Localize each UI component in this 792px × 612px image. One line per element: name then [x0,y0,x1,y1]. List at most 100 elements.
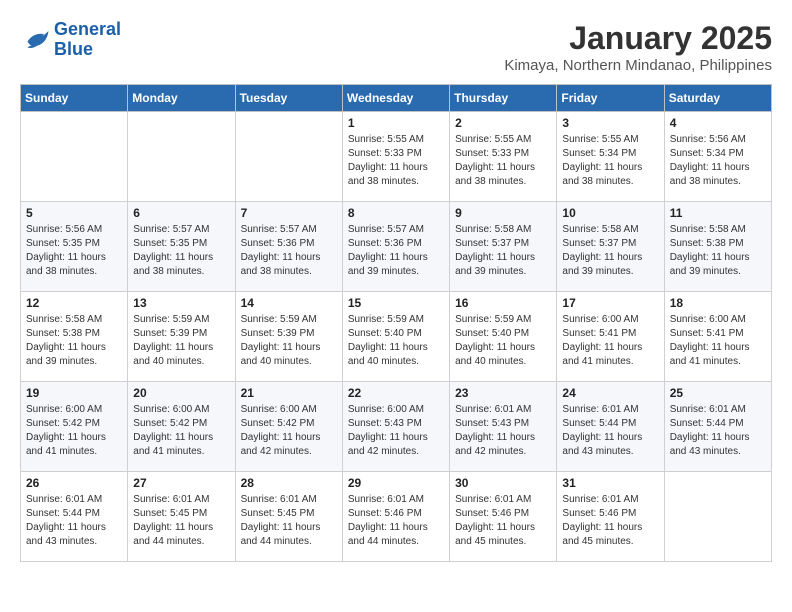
day-number: 7 [241,206,337,220]
calendar-cell: 29Sunrise: 6:01 AM Sunset: 5:46 PM Dayli… [342,472,449,562]
calendar-cell: 13 Sunrise: 5:59 AM Sunset: 5:39 PM Dayli… [128,292,235,382]
calendar-cell: 19 Sunrise: 6:00 AM Sunset: 5:42 PM Dayli… [21,382,128,472]
day-info: Sunrise: 6:00 AM Sunset: 5:42 PM Dayligh… [241,403,337,459]
day-info: Sunrise: 6:00 AM Sunset: 5:42 PM Dayligh… [26,403,122,459]
day-info: Sunrise: 6:01 AM Sunset: 5:45 PM Dayligh… [133,493,229,549]
calendar-cell: 30Sunrise: 6:01 AM Sunset: 5:46 PM Dayli… [450,472,557,562]
day-header-sunday: Sunday [21,85,128,112]
logo-text: General Blue [54,20,121,60]
logo-line1: General [54,19,121,39]
calendar-table: SundayMondayTuesdayWednesdayThursdayFrid… [20,84,772,562]
calendar-cell [664,472,771,562]
calendar-week-row: 26 Sunrise: 6:01 AM Sunset: 5:44 PM Dayli… [21,472,772,562]
calendar-cell [235,112,342,202]
day-info: Sunrise: 6:01 AM Sunset: 5:44 PM Dayligh… [670,403,766,459]
calendar-cell: 7 Sunrise: 5:57 AM Sunset: 5:36 PM Daylig… [235,202,342,292]
calendar-week-row: 12 Sunrise: 5:58 AM Sunset: 5:38 PM Dayli… [21,292,772,382]
calendar-cell: 17 Sunrise: 6:00 AM Sunset: 5:41 PM Dayli… [557,292,664,382]
calendar-cell: 15Sunrise: 5:59 AM Sunset: 5:40 PM Dayli… [342,292,449,382]
day-number: 17 [562,296,658,310]
day-number: 29 [348,476,444,490]
calendar-cell: 5 Sunrise: 5:56 AM Sunset: 5:35 PM Daylig… [21,202,128,292]
day-number: 22 [348,386,444,400]
day-info: Sunrise: 6:00 AM Sunset: 5:41 PM Dayligh… [670,313,766,369]
day-info: Sunrise: 5:59 AM Sunset: 5:39 PM Dayligh… [241,313,337,369]
logo: General Blue [20,20,121,60]
calendar-cell: 21Sunrise: 6:00 AM Sunset: 5:42 PM Dayli… [235,382,342,472]
day-info: Sunrise: 5:58 AM Sunset: 5:38 PM Dayligh… [670,223,766,279]
page-header: General Blue January 2025 Kimaya, Northe… [20,20,772,74]
day-number: 23 [455,386,551,400]
day-number: 13 [133,296,229,310]
location-subtitle: Kimaya, Northern Mindanao, Philippines [504,57,772,74]
day-number: 26 [26,476,122,490]
day-number: 20 [133,386,229,400]
calendar-week-row: 1 Sunrise: 5:55 AM Sunset: 5:33 PM Daylig… [21,112,772,202]
day-info: Sunrise: 5:56 AM Sunset: 5:35 PM Dayligh… [26,223,122,279]
calendar-cell: 25 Sunrise: 6:01 AM Sunset: 5:44 PM Dayli… [664,382,771,472]
day-number: 11 [670,206,766,220]
day-number: 18 [670,296,766,310]
day-number: 12 [26,296,122,310]
calendar-cell: 1 Sunrise: 5:55 AM Sunset: 5:33 PM Daylig… [342,112,449,202]
day-info: Sunrise: 5:55 AM Sunset: 5:33 PM Dayligh… [348,133,444,189]
day-header-monday: Monday [128,85,235,112]
day-info: Sunrise: 5:59 AM Sunset: 5:40 PM Dayligh… [455,313,551,369]
calendar-cell: 26 Sunrise: 6:01 AM Sunset: 5:44 PM Dayli… [21,472,128,562]
day-number: 8 [348,206,444,220]
day-header-thursday: Thursday [450,85,557,112]
day-header-saturday: Saturday [664,85,771,112]
calendar-cell: 11 Sunrise: 5:58 AM Sunset: 5:38 PM Dayli… [664,202,771,292]
day-info: Sunrise: 6:00 AM Sunset: 5:42 PM Dayligh… [133,403,229,459]
calendar-cell: 4 Sunrise: 5:56 AM Sunset: 5:34 PM Daylig… [664,112,771,202]
calendar-week-row: 19 Sunrise: 6:00 AM Sunset: 5:42 PM Dayli… [21,382,772,472]
calendar-cell: 2 Sunrise: 5:55 AM Sunset: 5:33 PM Daylig… [450,112,557,202]
day-info: Sunrise: 6:00 AM Sunset: 5:41 PM Dayligh… [562,313,658,369]
calendar-cell: 23Sunrise: 6:01 AM Sunset: 5:43 PM Dayli… [450,382,557,472]
day-header-wednesday: Wednesday [342,85,449,112]
calendar-cell: 24Sunrise: 6:01 AM Sunset: 5:44 PM Dayli… [557,382,664,472]
day-info: Sunrise: 6:00 AM Sunset: 5:43 PM Dayligh… [348,403,444,459]
day-info: Sunrise: 5:57 AM Sunset: 5:36 PM Dayligh… [241,223,337,279]
day-info: Sunrise: 6:01 AM Sunset: 5:45 PM Dayligh… [241,493,337,549]
logo-bird-icon [20,26,50,54]
day-number: 6 [133,206,229,220]
day-number: 19 [26,386,122,400]
day-info: Sunrise: 6:01 AM Sunset: 5:44 PM Dayligh… [26,493,122,549]
day-info: Sunrise: 5:59 AM Sunset: 5:39 PM Dayligh… [133,313,229,369]
calendar-cell: 8 Sunrise: 5:57 AM Sunset: 5:36 PM Daylig… [342,202,449,292]
day-number: 14 [241,296,337,310]
day-number: 31 [562,476,658,490]
day-number: 16 [455,296,551,310]
day-info: Sunrise: 5:56 AM Sunset: 5:34 PM Dayligh… [670,133,766,189]
calendar-header-row: SundayMondayTuesdayWednesdayThursdayFrid… [21,85,772,112]
day-info: Sunrise: 5:57 AM Sunset: 5:35 PM Dayligh… [133,223,229,279]
calendar-cell: 3Sunrise: 5:55 AM Sunset: 5:34 PM Daylig… [557,112,664,202]
calendar-cell [128,112,235,202]
day-number: 27 [133,476,229,490]
day-info: Sunrise: 5:58 AM Sunset: 5:38 PM Dayligh… [26,313,122,369]
day-number: 1 [348,116,444,130]
calendar-cell: 12 Sunrise: 5:58 AM Sunset: 5:38 PM Dayli… [21,292,128,382]
calendar-cell [21,112,128,202]
day-info: Sunrise: 5:55 AM Sunset: 5:33 PM Dayligh… [455,133,551,189]
day-header-friday: Friday [557,85,664,112]
day-info: Sunrise: 5:59 AM Sunset: 5:40 PM Dayligh… [348,313,444,369]
calendar-cell: 16 Sunrise: 5:59 AM Sunset: 5:40 PM Dayli… [450,292,557,382]
calendar-cell: 6 Sunrise: 5:57 AM Sunset: 5:35 PM Daylig… [128,202,235,292]
day-header-tuesday: Tuesday [235,85,342,112]
calendar-week-row: 5 Sunrise: 5:56 AM Sunset: 5:35 PM Daylig… [21,202,772,292]
title-block: January 2025 Kimaya, Northern Mindanao, … [504,20,772,74]
calendar-cell: 27 Sunrise: 6:01 AM Sunset: 5:45 PM Dayli… [128,472,235,562]
day-number: 5 [26,206,122,220]
calendar-cell: 9Sunrise: 5:58 AM Sunset: 5:37 PM Daylig… [450,202,557,292]
day-info: Sunrise: 5:57 AM Sunset: 5:36 PM Dayligh… [348,223,444,279]
calendar-cell: 10 Sunrise: 5:58 AM Sunset: 5:37 PM Dayli… [557,202,664,292]
day-number: 2 [455,116,551,130]
day-info: Sunrise: 5:58 AM Sunset: 5:37 PM Dayligh… [562,223,658,279]
day-number: 25 [670,386,766,400]
calendar-cell: 28Sunrise: 6:01 AM Sunset: 5:45 PM Dayli… [235,472,342,562]
day-number: 4 [670,116,766,130]
day-number: 10 [562,206,658,220]
day-info: Sunrise: 6:01 AM Sunset: 5:44 PM Dayligh… [562,403,658,459]
